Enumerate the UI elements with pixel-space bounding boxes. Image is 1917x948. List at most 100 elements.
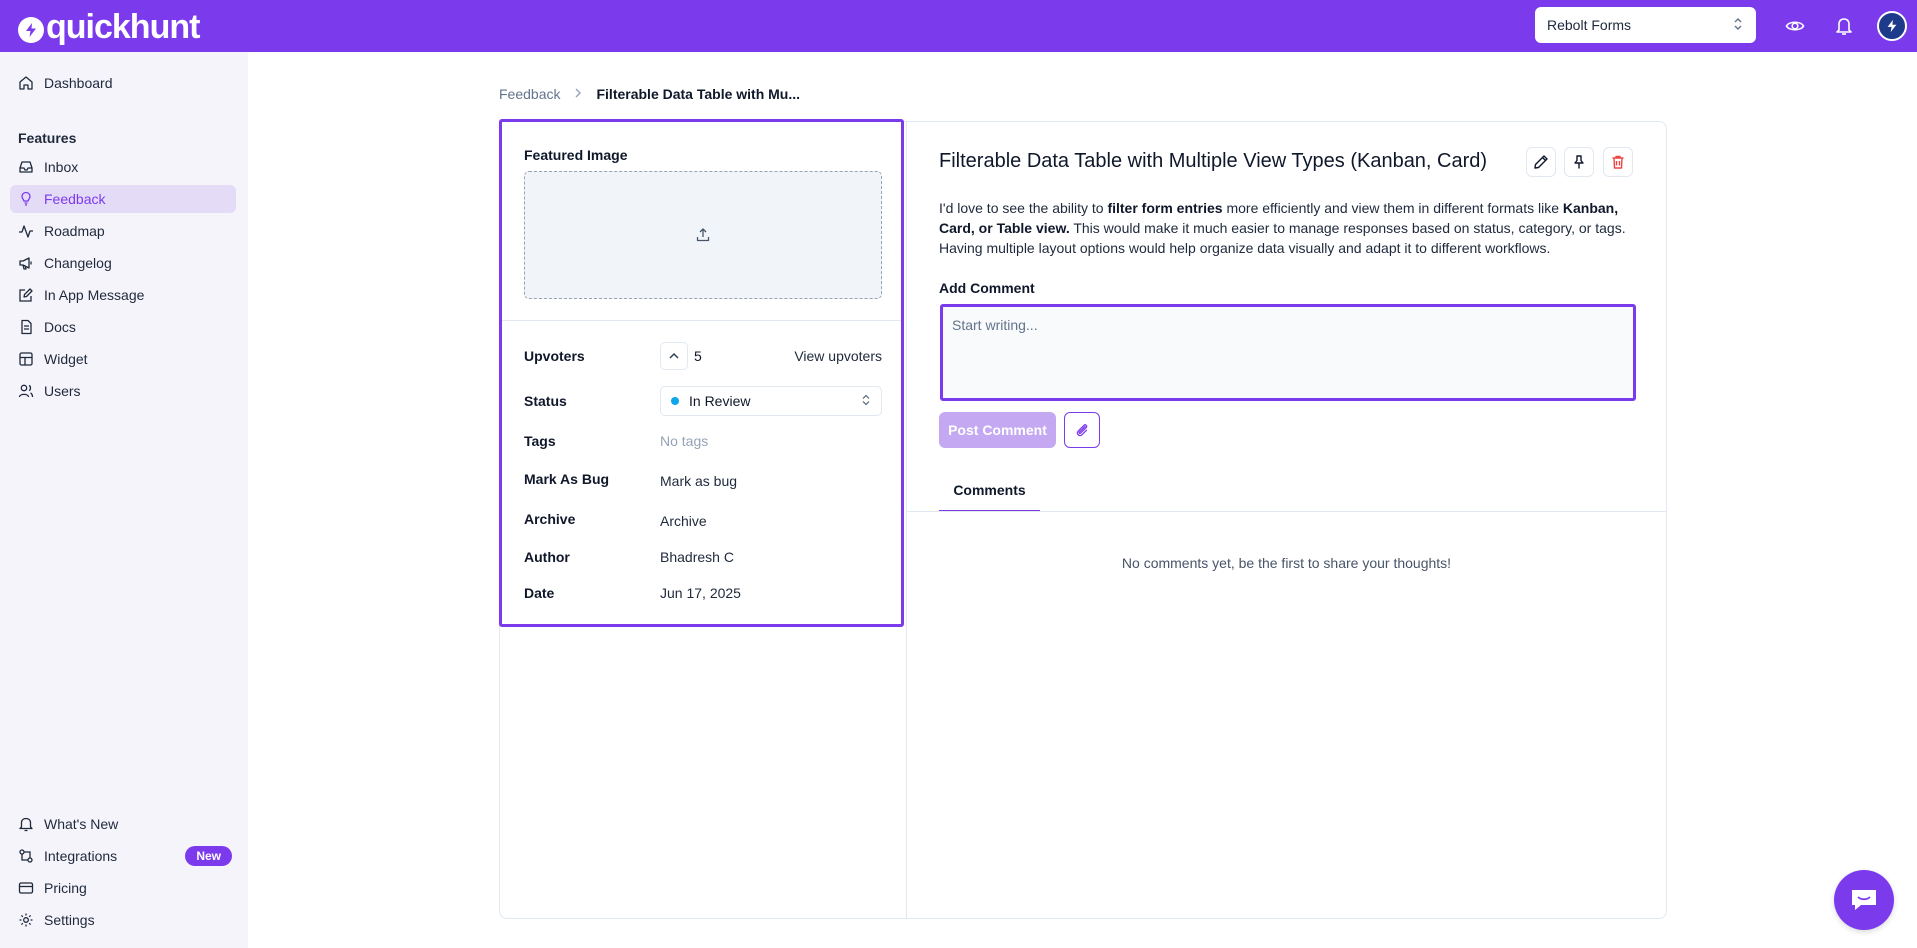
breadcrumb-current: Filterable Data Table with Mu... <box>596 86 801 102</box>
logo[interactable]: quickhunt <box>18 8 200 47</box>
tags-value[interactable]: No tags <box>660 433 708 449</box>
sidebar-item-feedback[interactable]: Feedback <box>10 185 236 213</box>
featured-image-label: Featured Image <box>524 147 628 163</box>
sidebar-item-changelog[interactable]: Changelog <box>10 249 236 277</box>
paperclip-icon <box>1076 424 1088 437</box>
sidebar-item-label: Dashboard <box>44 75 113 91</box>
bolt-logo-icon <box>18 16 44 43</box>
sidebar-item-docs[interactable]: Docs <box>10 313 236 341</box>
date-value: Jun 17, 2025 <box>660 585 741 601</box>
upload-icon <box>696 228 710 242</box>
status-select[interactable]: In Review <box>660 386 882 416</box>
divider <box>502 320 901 321</box>
avatar[interactable] <box>1877 11 1907 41</box>
sidebar-item-label: Users <box>44 383 81 399</box>
sidebar-item-label: Inbox <box>44 159 79 175</box>
new-badge: New <box>185 846 232 866</box>
author-label: Author <box>524 549 570 565</box>
sidebar-item-label: What's New <box>44 816 119 832</box>
sidebar-item-pricing[interactable]: Pricing <box>10 874 236 902</box>
view-upvoters-link[interactable]: View upvoters <box>794 348 882 364</box>
sidebar-item-roadmap[interactable]: Roadmap <box>10 217 236 245</box>
project-selector[interactable]: Rebolt Forms <box>1535 7 1756 43</box>
description-text: I'd love to see the ability to <box>939 200 1108 216</box>
delete-button[interactable] <box>1603 147 1633 177</box>
pin-icon <box>1574 155 1584 169</box>
project-selector-label: Rebolt Forms <box>1547 17 1632 33</box>
sidebar-item-label: Docs <box>44 319 76 335</box>
integrations-icon <box>19 849 33 863</box>
breadcrumb: Feedback Filterable Data Table with Mu..… <box>499 86 800 102</box>
sidebar-item-label: Feedback <box>44 191 106 207</box>
empty-comments-message: No comments yet, be the first to share y… <box>1121 555 1452 571</box>
chevron-up-icon <box>669 352 679 359</box>
chevron-updown-icon <box>1732 17 1744 34</box>
trash-icon <box>1612 155 1624 169</box>
sidebar-item-widget[interactable]: Widget <box>10 345 236 373</box>
card-divider <box>906 121 907 919</box>
bell-icon <box>19 817 33 832</box>
sidebar: Dashboard Features Inbox Feedback Roadma… <box>0 52 248 948</box>
sidebar-item-label: Settings <box>44 912 95 928</box>
date-label: Date <box>524 585 555 601</box>
comment-input[interactable] <box>940 304 1636 401</box>
sidebar-item-dashboard[interactable]: Dashboard <box>10 69 236 97</box>
pencil-icon <box>1534 155 1548 169</box>
document-icon <box>21 319 32 335</box>
sidebar-item-whats-new[interactable]: What's New <box>10 810 236 838</box>
bell-icon[interactable] <box>1831 13 1857 39</box>
post-title: Filterable Data Table with Multiple View… <box>939 150 1488 172</box>
chevron-updown-icon <box>861 393 871 409</box>
sidebar-item-label: In App Message <box>44 287 145 303</box>
home-icon <box>19 76 33 90</box>
sidebar-item-inbox[interactable]: Inbox <box>10 153 236 181</box>
upvoters-label: Upvoters <box>524 348 585 364</box>
mark-as-bug-label: Mark As Bug <box>524 471 610 487</box>
archive-toggle[interactable]: Archive <box>660 513 707 529</box>
sidebar-item-label: Integrations <box>44 848 118 864</box>
sidebar-item-label: Roadmap <box>44 223 105 239</box>
sidebar-section-features: Features <box>18 130 77 146</box>
chevron-right-icon <box>574 86 582 102</box>
status-dot <box>671 397 679 405</box>
sidebar-item-users[interactable]: Users <box>10 377 236 405</box>
tabs-divider <box>907 511 1666 512</box>
sidebar-item-label: Widget <box>44 351 88 367</box>
description-text: more efficiently and view them in differ… <box>1222 200 1563 216</box>
activity-icon <box>19 225 33 238</box>
tags-label: Tags <box>524 433 556 449</box>
pin-button[interactable] <box>1564 147 1594 177</box>
sidebar-item-label: Pricing <box>44 880 87 896</box>
description-bold: filter form entries <box>1107 200 1223 216</box>
lightbulb-icon <box>21 191 31 206</box>
archive-label: Archive <box>524 511 576 527</box>
status-value: In Review <box>689 393 751 409</box>
edit-button[interactable] <box>1526 147 1556 177</box>
upvote-button[interactable] <box>660 342 688 370</box>
widget-icon <box>19 352 33 366</box>
tab-comments[interactable]: Comments <box>939 482 1040 512</box>
author-value: Bhadresh C <box>660 549 734 565</box>
mark-as-bug-toggle[interactable]: Mark as bug <box>660 473 737 489</box>
breadcrumb-feedback-link[interactable]: Feedback <box>499 86 560 102</box>
attach-button[interactable] <box>1064 412 1100 448</box>
logo-text: quickhunt <box>46 8 200 46</box>
sidebar-item-integrations[interactable]: Integrations New <box>10 842 236 870</box>
status-label: Status <box>524 393 567 409</box>
chat-support-button[interactable] <box>1834 870 1894 930</box>
message-edit-icon <box>19 288 33 302</box>
credit-card-icon <box>18 882 34 894</box>
add-comment-label: Add Comment <box>939 280 1035 296</box>
featured-image-upload[interactable] <box>524 171 882 299</box>
megaphone-icon <box>19 257 32 270</box>
inbox-icon <box>19 161 33 173</box>
post-comment-button[interactable]: Post Comment <box>939 412 1056 448</box>
sidebar-item-settings[interactable]: Settings <box>10 906 236 934</box>
top-bar: quickhunt Rebolt Forms <box>0 0 1917 52</box>
post-description: I'd love to see the ability to filter fo… <box>939 198 1639 258</box>
gear-icon <box>19 913 33 927</box>
users-icon <box>18 384 34 398</box>
upvote-count: 5 <box>694 348 702 364</box>
sidebar-item-in-app-message[interactable]: In App Message <box>10 281 236 309</box>
eye-icon[interactable] <box>1782 13 1808 39</box>
